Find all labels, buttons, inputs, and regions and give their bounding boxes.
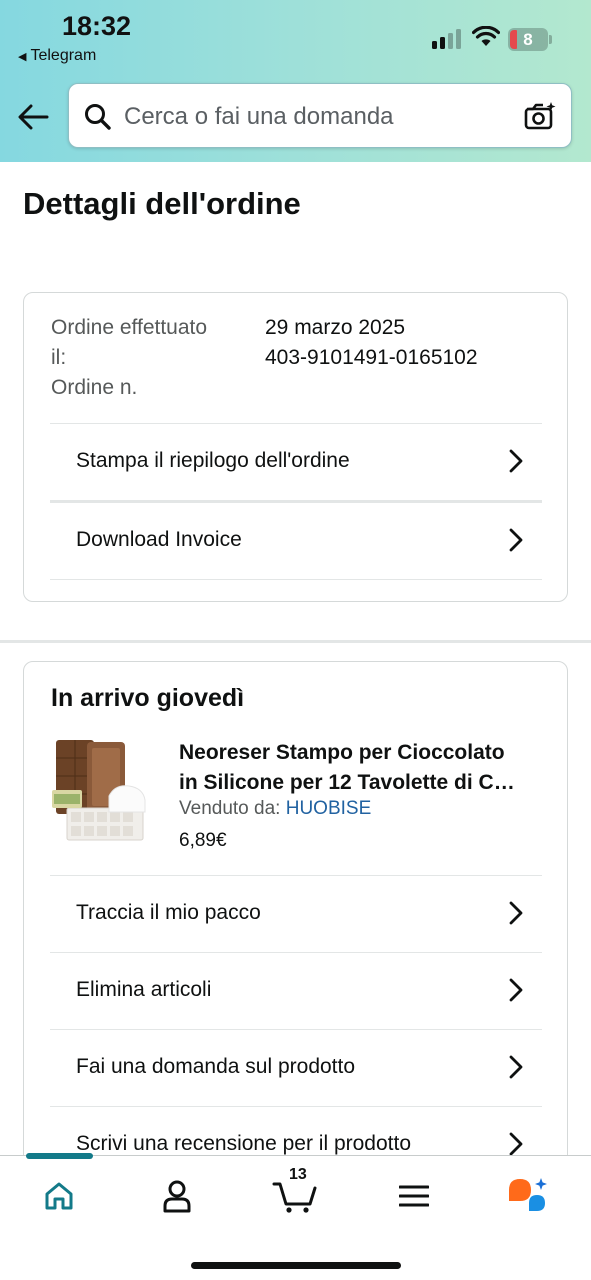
seller-link[interactable]: HUOBISE bbox=[286, 798, 372, 819]
home-icon bbox=[45, 1182, 73, 1210]
order-info-values: 29 marzo 2025 403-9101491-0165102 bbox=[265, 313, 545, 373]
search-bar[interactable] bbox=[68, 83, 572, 148]
nav-rufus[interactable] bbox=[499, 1174, 559, 1218]
account-icon bbox=[163, 1180, 191, 1213]
ask-question-link[interactable]: Fai una domanda sul prodotto bbox=[50, 1029, 542, 1107]
chevron-right-icon bbox=[509, 1055, 523, 1079]
chevron-right-icon bbox=[509, 1132, 523, 1156]
back-triangle-icon: ◀ bbox=[18, 50, 27, 63]
battery-cap bbox=[549, 35, 552, 44]
chevron-right-icon bbox=[509, 901, 523, 925]
camera-search-icon[interactable] bbox=[523, 100, 557, 132]
order-date: 29 marzo 2025 bbox=[265, 316, 406, 339]
download-invoice-label: Download Invoice bbox=[76, 528, 242, 551]
menu-icon bbox=[399, 1185, 429, 1207]
order-date-label: Ordine effettuato bbox=[51, 316, 208, 339]
delivery-status: In arrivo giovedì bbox=[51, 684, 245, 712]
row-divider bbox=[50, 579, 542, 580]
order-summary-card: Ordine effettuato il: Ordine n. 29 marzo… bbox=[23, 292, 568, 602]
track-package-label: Traccia il mio pacco bbox=[76, 901, 261, 924]
active-tab-indicator bbox=[26, 1153, 93, 1159]
order-number: 403-9101491-0165102 bbox=[265, 346, 478, 369]
chevron-right-icon bbox=[509, 978, 523, 1002]
cart-count: 13 bbox=[289, 1166, 307, 1183]
seller-info: Venduto da: HUOBISE bbox=[179, 798, 371, 820]
remove-items-label: Elimina articoli bbox=[76, 978, 212, 1001]
product-image[interactable] bbox=[51, 738, 147, 842]
back-arrow-icon[interactable] bbox=[17, 103, 49, 131]
nav-account[interactable] bbox=[147, 1174, 207, 1218]
search-input[interactable] bbox=[124, 98, 514, 136]
order-date-label-suffix: il: bbox=[51, 346, 67, 369]
bottom-navigation: 13 bbox=[0, 1153, 591, 1280]
back-to-app-link[interactable]: ◀ Telegram bbox=[18, 47, 96, 65]
chevron-right-icon bbox=[509, 528, 523, 552]
order-info-labels: Ordine effettuato il: Ordine n. bbox=[51, 313, 241, 403]
status-time: 18:32 bbox=[62, 11, 132, 41]
download-invoice-link[interactable]: Download Invoice bbox=[50, 500, 542, 578]
nav-home[interactable] bbox=[29, 1174, 89, 1218]
header: 18:32 ◀ Telegram 8 bbox=[0, 0, 591, 162]
product-title-line-1: Neoreser Stampo per Cioccolato bbox=[179, 741, 505, 764]
nav-menu[interactable] bbox=[384, 1174, 444, 1218]
wifi-icon bbox=[472, 26, 500, 46]
cellular-signal-icon bbox=[432, 29, 462, 49]
print-summary-link[interactable]: Stampa il riepilogo dell'ordine bbox=[50, 423, 542, 501]
order-number-label: Ordine n. bbox=[51, 376, 138, 399]
page-title: Dettagli dell'ordine bbox=[23, 186, 301, 221]
seller-label: Venduto da: bbox=[179, 798, 281, 819]
ask-question-label: Fai una domanda sul prodotto bbox=[76, 1055, 356, 1078]
shipment-card: In arrivo giovedì Neoreser Stampo per Ci… bbox=[23, 661, 568, 1181]
product-title[interactable]: Neoreser Stampo per Cioccolato in Silico… bbox=[179, 738, 544, 798]
rufus-icon bbox=[509, 1178, 547, 1211]
product-price: 6,89€ bbox=[179, 830, 227, 851]
home-indicator bbox=[191, 1262, 401, 1269]
section-divider bbox=[0, 640, 591, 643]
back-app-label: Telegram bbox=[30, 47, 97, 64]
remove-items-link[interactable]: Elimina articoli bbox=[50, 952, 542, 1030]
print-summary-label: Stampa il riepilogo dell'ordine bbox=[76, 449, 350, 472]
track-package-link[interactable]: Traccia il mio pacco bbox=[50, 875, 542, 953]
search-icon bbox=[85, 104, 111, 130]
battery-level: 8 bbox=[523, 30, 533, 49]
battery-icon: 8 bbox=[508, 28, 548, 51]
product-title-line-2: in Silicone per 12 Tavolette di C… bbox=[179, 771, 515, 794]
chevron-right-icon bbox=[509, 449, 523, 473]
